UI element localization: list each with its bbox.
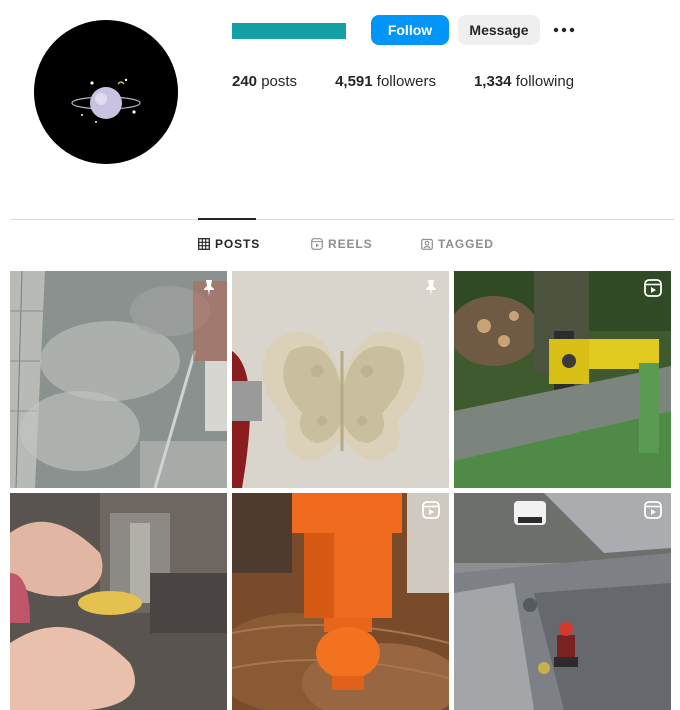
post-6[interactable] (454, 493, 671, 710)
tab-tagged[interactable]: TAGGED (421, 237, 494, 251)
post-5[interactable] (232, 493, 449, 710)
pin-icon (421, 278, 441, 298)
tabs-divider (10, 219, 675, 220)
planet-avatar-icon (34, 20, 178, 164)
reel-icon (421, 500, 441, 520)
tab-reels-label: REELS (328, 237, 373, 251)
post-5-image (232, 493, 449, 710)
post-1[interactable] (10, 271, 227, 488)
posts-label: posts (261, 73, 298, 90)
following-label: following (515, 73, 575, 90)
profile-stats: 240 posts 4,591 followers 1,334 followin… (232, 73, 612, 90)
posts-stat: 240 posts (232, 73, 297, 90)
profile-tabs: POSTS REELS TAGGED (0, 237, 680, 257)
followers-count: 4,591 (335, 73, 373, 90)
message-button[interactable]: Message (458, 15, 540, 45)
grid-icon (198, 238, 210, 250)
tab-posts[interactable]: POSTS (198, 237, 260, 251)
reels-icon (311, 238, 323, 250)
tab-reels[interactable]: REELS (311, 237, 373, 251)
post-2[interactable] (232, 271, 449, 488)
post-4[interactable] (10, 493, 227, 710)
pin-icon (199, 278, 219, 298)
active-tab-indicator (198, 218, 256, 220)
reel-icon (643, 500, 663, 520)
username-redaction-bar (232, 23, 346, 39)
post-4-image (10, 493, 227, 710)
posts-grid (10, 271, 672, 710)
follow-button[interactable]: Follow (371, 15, 449, 45)
followers-label: followers (376, 73, 436, 90)
following-count: 1,334 (473, 73, 512, 90)
post-6-image (454, 493, 671, 710)
post-1-image (10, 271, 227, 488)
more-options-button[interactable] (550, 15, 578, 45)
more-options-icon (553, 27, 575, 33)
tab-posts-label: POSTS (215, 237, 261, 251)
post-3-image (454, 271, 671, 488)
post-2-image (232, 271, 449, 488)
profile-avatar[interactable] (34, 20, 178, 164)
post-3[interactable] (454, 271, 671, 488)
following-stat[interactable]: 1,334 following (474, 73, 574, 90)
reel-icon (643, 278, 663, 298)
followers-stat[interactable]: 4,591 followers (335, 73, 436, 90)
tagged-icon (421, 238, 433, 250)
tab-tagged-label: TAGGED (438, 237, 494, 251)
posts-count: 240 (232, 73, 258, 90)
